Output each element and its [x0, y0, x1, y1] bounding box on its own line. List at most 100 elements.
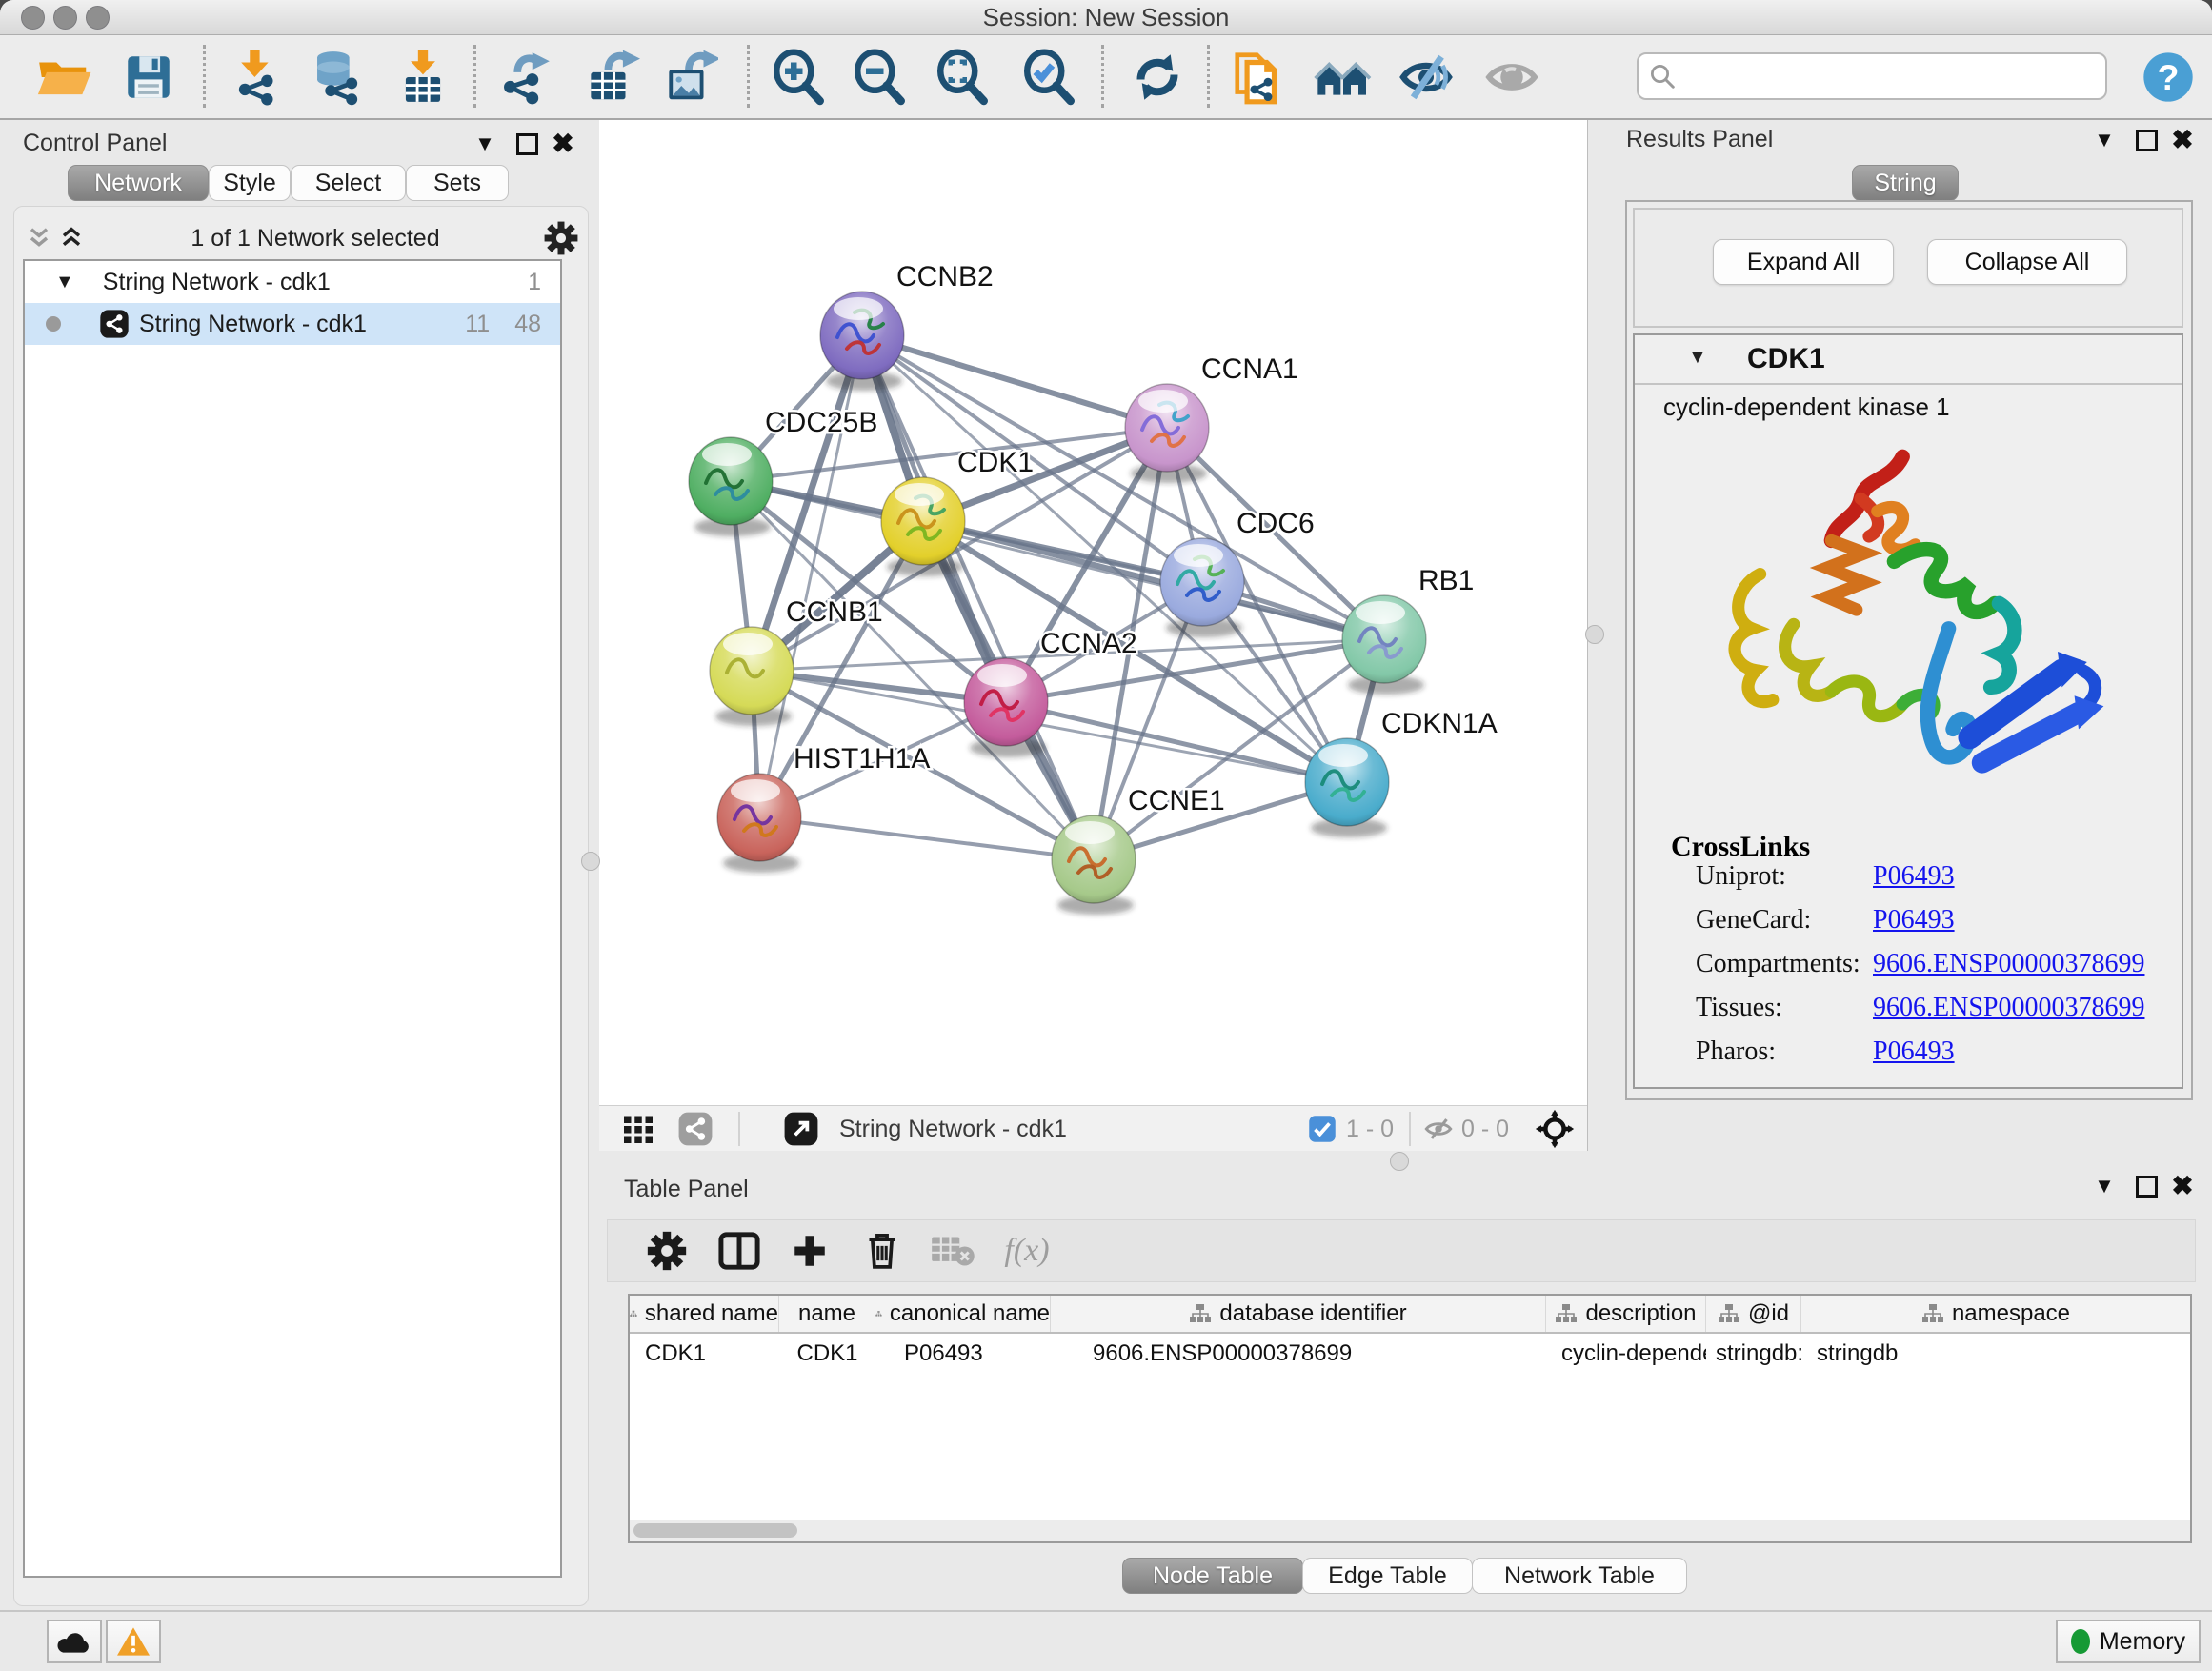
- crosslink-link-uniprot[interactable]: P06493: [1873, 861, 1955, 892]
- network-edge-CCNB2-CCNA1[interactable]: [862, 335, 1167, 428]
- open-session-button[interactable]: [28, 43, 100, 111]
- network-selection-status: 1 of 1 Network selected: [88, 225, 543, 252]
- gear-icon[interactable]: [543, 220, 579, 256]
- tab-style[interactable]: Style: [209, 165, 291, 201]
- show-hide-graphics-details-button[interactable]: [1390, 43, 1462, 111]
- delete-column-button[interactable]: [852, 1222, 913, 1279]
- selected-checkbox-icon[interactable]: [1308, 1106, 1337, 1152]
- collapse-all-icon[interactable]: [23, 223, 55, 253]
- panel-close-icon[interactable]: ✖: [2168, 1172, 2197, 1200]
- network-node-CDKN1A[interactable]: CDKN1A: [1305, 708, 1498, 837]
- tab-sets[interactable]: Sets: [406, 165, 509, 201]
- panel-close-icon[interactable]: ✖: [549, 130, 577, 158]
- disclosure-triangle-icon[interactable]: ▼: [1688, 347, 1707, 369]
- results-panel-title: Results Panel: [1626, 126, 1773, 153]
- window-minimize-button[interactable]: [53, 6, 77, 30]
- new-network-from-selection-button[interactable]: [1223, 43, 1296, 111]
- zoom-in-button[interactable]: [761, 43, 834, 111]
- horizontal-scrollbar[interactable]: [630, 1520, 2190, 1541]
- panel-float-icon[interactable]: [513, 130, 541, 158]
- cloud-status-button[interactable]: [47, 1620, 102, 1663]
- warnings-button[interactable]: [106, 1620, 161, 1663]
- disclosure-triangle-icon[interactable]: ▼: [55, 272, 74, 293]
- crosslink-link-pharos[interactable]: P06493: [1873, 1037, 1955, 1067]
- column-header[interactable]: namespace: [1801, 1296, 2190, 1332]
- graphics-details-disabled-button[interactable]: [1476, 43, 1548, 111]
- zoom-fit-button[interactable]: [925, 43, 997, 111]
- table-row[interactable]: CDK1 CDK1 P06493 9606.ENSP00000378699 cy…: [630, 1334, 2190, 1374]
- search-input[interactable]: [1684, 62, 2105, 91]
- network-row[interactable]: String Network - cdk1 11 48: [25, 303, 560, 345]
- export-network-button[interactable]: [489, 43, 561, 111]
- tab-node-table[interactable]: Node Table: [1122, 1558, 1303, 1594]
- column-header[interactable]: description: [1546, 1296, 1706, 1332]
- network-edge-CCNB2-CCNE1[interactable]: [862, 335, 1094, 859]
- panel-menu-icon[interactable]: ▼: [471, 130, 499, 158]
- table-tabs: Node Table Edge Table Network Table: [1122, 1558, 1687, 1594]
- network-canvas[interactable]: CCNB2CCNA1CDC25BCDK1CDC6RB1CCNB1CCNA2CDK…: [599, 120, 1586, 1104]
- column-header[interactable]: name: [779, 1296, 875, 1332]
- gene-card-header[interactable]: ▼ CDK1: [1635, 335, 2182, 385]
- splitter-handle[interactable]: [1390, 1152, 1409, 1171]
- tab-select[interactable]: Select: [291, 165, 406, 201]
- export-table-button[interactable]: [574, 43, 647, 111]
- grid-view-button[interactable]: [621, 1106, 655, 1152]
- crosslink-link-tissues[interactable]: 9606.ENSP00000378699: [1873, 993, 2144, 1023]
- export-image-button[interactable]: [653, 43, 725, 111]
- collapse-all-button[interactable]: Collapse All: [1927, 239, 2127, 285]
- expand-all-button[interactable]: Expand All: [1713, 239, 1894, 285]
- network-node-CDC25B[interactable]: CDC25B: [689, 407, 877, 536]
- network-edge-HIST1H1A-CCNE1[interactable]: [759, 817, 1094, 859]
- table-toolbar: f(x): [607, 1219, 2196, 1282]
- add-column-button[interactable]: [779, 1222, 840, 1279]
- network-node-HIST1H1A[interactable]: HIST1H1A: [717, 743, 930, 873]
- splitter-handle[interactable]: [1585, 625, 1604, 644]
- crosslink-link-compartments[interactable]: 9606.ENSP00000378699: [1873, 949, 2144, 979]
- expand-all-icon[interactable]: [55, 223, 88, 253]
- import-table-from-file-button[interactable]: [387, 43, 459, 111]
- network-node-CCNB1[interactable]: CCNB1: [710, 596, 883, 726]
- network-edge-CDK1-RB1[interactable]: [923, 521, 1384, 639]
- import-network-from-file-button[interactable]: [221, 43, 293, 111]
- window-zoom-button[interactable]: [86, 6, 110, 30]
- import-network-from-database-button[interactable]: [302, 43, 374, 111]
- network-node-CCNA1[interactable]: CCNA1: [1125, 353, 1298, 483]
- panel-menu-icon[interactable]: ▼: [2090, 126, 2119, 154]
- hidden-eye-icon[interactable]: [1422, 1106, 1455, 1152]
- tab-edge-table[interactable]: Edge Table: [1302, 1558, 1473, 1594]
- column-header[interactable]: shared name: [630, 1296, 779, 1332]
- column-header[interactable]: database identifier: [1051, 1296, 1546, 1332]
- save-session-button[interactable]: [112, 43, 185, 111]
- crosslink-link-genecard[interactable]: P06493: [1873, 905, 1955, 936]
- network-node-CCNE1[interactable]: CCNE1: [1052, 785, 1225, 915]
- memory-button[interactable]: Memory: [2056, 1620, 2201, 1663]
- open-in-window-button[interactable]: [783, 1106, 819, 1152]
- panel-menu-icon[interactable]: ▼: [2090, 1172, 2119, 1200]
- zoom-selected-button[interactable]: [1012, 43, 1084, 111]
- network-share-view-button[interactable]: [677, 1106, 714, 1152]
- zoom-out-button[interactable]: [842, 43, 915, 111]
- panel-close-icon[interactable]: ✖: [2168, 126, 2197, 154]
- network-node-RB1[interactable]: RB1: [1342, 565, 1474, 695]
- panel-float-icon[interactable]: [2132, 126, 2161, 154]
- apply-layout-button[interactable]: [1121, 43, 1194, 111]
- splitter-handle[interactable]: [581, 852, 600, 871]
- panel-float-icon[interactable]: [2132, 1172, 2161, 1200]
- help-button[interactable]: ?: [2142, 50, 2195, 104]
- tab-string[interactable]: String: [1852, 165, 1959, 201]
- scrollbar-thumb[interactable]: [633, 1523, 797, 1538]
- node-table[interactable]: shared name name canonical name database…: [628, 1294, 2192, 1543]
- column-header[interactable]: canonical name: [875, 1296, 1051, 1332]
- network-collection-row[interactable]: ▼ String Network - cdk1 1: [25, 261, 560, 303]
- network-node-CCNB2[interactable]: CCNB2: [820, 261, 994, 391]
- first-neighbors-button[interactable]: [1307, 43, 1379, 111]
- import-table-icon: [393, 48, 452, 107]
- window-close-button[interactable]: [21, 6, 45, 30]
- birdseye-toggle-button[interactable]: [1535, 1106, 1575, 1152]
- tab-network[interactable]: Network: [68, 165, 209, 201]
- table-settings-button[interactable]: [636, 1222, 697, 1279]
- show-columns-button[interactable]: [709, 1222, 770, 1279]
- column-header[interactable]: @id: [1706, 1296, 1801, 1332]
- tab-network-table[interactable]: Network Table: [1472, 1558, 1687, 1594]
- search-box[interactable]: [1637, 52, 2107, 100]
